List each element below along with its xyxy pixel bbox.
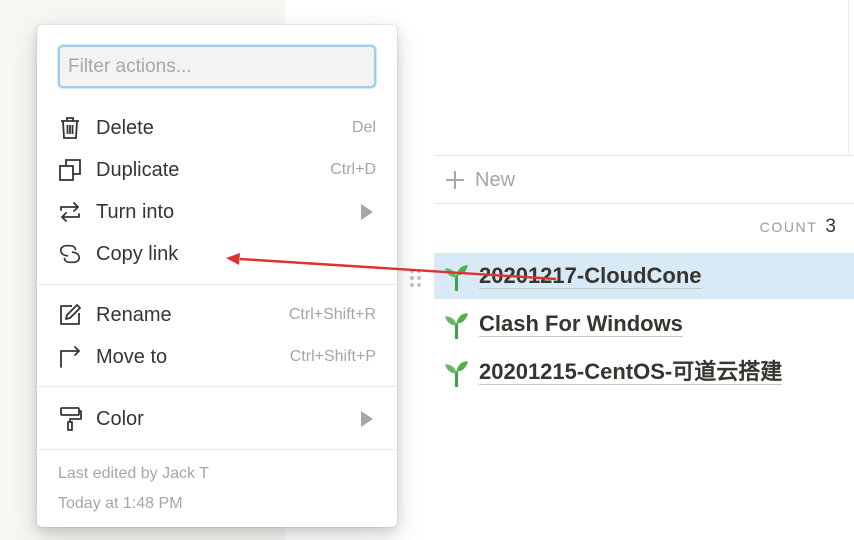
count-value: 3 [825,216,836,237]
menu-item-duplicate[interactable]: Duplicate Ctrl+D [37,149,397,191]
menu-item-shortcut: Ctrl+Shift+R [288,306,376,323]
page-row[interactable]: Clash For Windows [434,301,854,347]
divider [434,203,854,204]
menu-divider [37,284,397,285]
plus-icon [446,171,464,189]
pencil-icon [58,303,82,327]
drag-handle-icon[interactable] [409,268,423,288]
last-edited-by: Last edited by Jack T [58,465,209,482]
menu-item-label: Rename [96,303,172,326]
menu-item-label: Move to [96,345,168,368]
menu-item-shortcut: Ctrl+D [330,161,376,178]
paint-roller-icon [58,407,82,431]
trash-icon [58,116,82,140]
menu-item-shortcut: Del [351,119,376,136]
last-edited-time: Today at 1:48 PM [58,495,183,512]
duplicate-icon [58,158,82,182]
page-row[interactable]: 20201217-CloudCone [434,253,854,299]
turn-into-icon [58,200,82,224]
menu-item-label: Delete [96,116,154,139]
new-page-button[interactable]: New [434,158,854,202]
menu-item-label: Copy link [96,242,179,265]
count-indicator[interactable]: COUNT 3 [760,216,836,238]
menu-item-copy-link[interactable]: Copy link [37,233,397,275]
menu-item-rename[interactable]: Rename Ctrl+Shift+R [37,294,397,336]
menu-item-label: Duplicate [96,158,180,181]
menu-item-delete[interactable]: Delete Del [37,107,397,149]
page-title[interactable]: 20201215-CentOS-可道云搭建 [479,359,783,386]
sprout-icon [445,264,468,291]
menu-divider [37,449,397,450]
menu-item-color[interactable]: Color [37,398,397,440]
sprout-icon [445,360,468,387]
link-icon [58,242,82,266]
menu-item-shortcut: Ctrl+Shift+P [289,348,376,365]
menu-item-label: Color [96,407,144,430]
menu-item-move-to[interactable]: Move to Ctrl+Shift+P [37,336,397,378]
new-page-label: New [475,168,516,191]
table-column-border [848,0,849,155]
page-title[interactable]: 20201217-CloudCone [479,263,702,290]
move-arrow-icon [58,345,82,369]
menu-divider [37,386,397,387]
submenu-arrow-icon [361,411,373,427]
page-title[interactable]: Clash For Windows [479,311,683,338]
page-row[interactable]: 20201215-CentOS-可道云搭建 [434,349,854,395]
menu-item-turn-into[interactable]: Turn into [37,191,397,233]
menu-item-label: Turn into [96,200,175,223]
count-label: COUNT [759,219,818,235]
divider [434,155,854,156]
submenu-arrow-icon [361,204,373,220]
page-actions-menu: Delete Del Duplicate Ctrl+D Turn into [37,25,397,527]
filter-actions-input[interactable] [58,45,376,88]
sprout-icon [445,312,468,339]
